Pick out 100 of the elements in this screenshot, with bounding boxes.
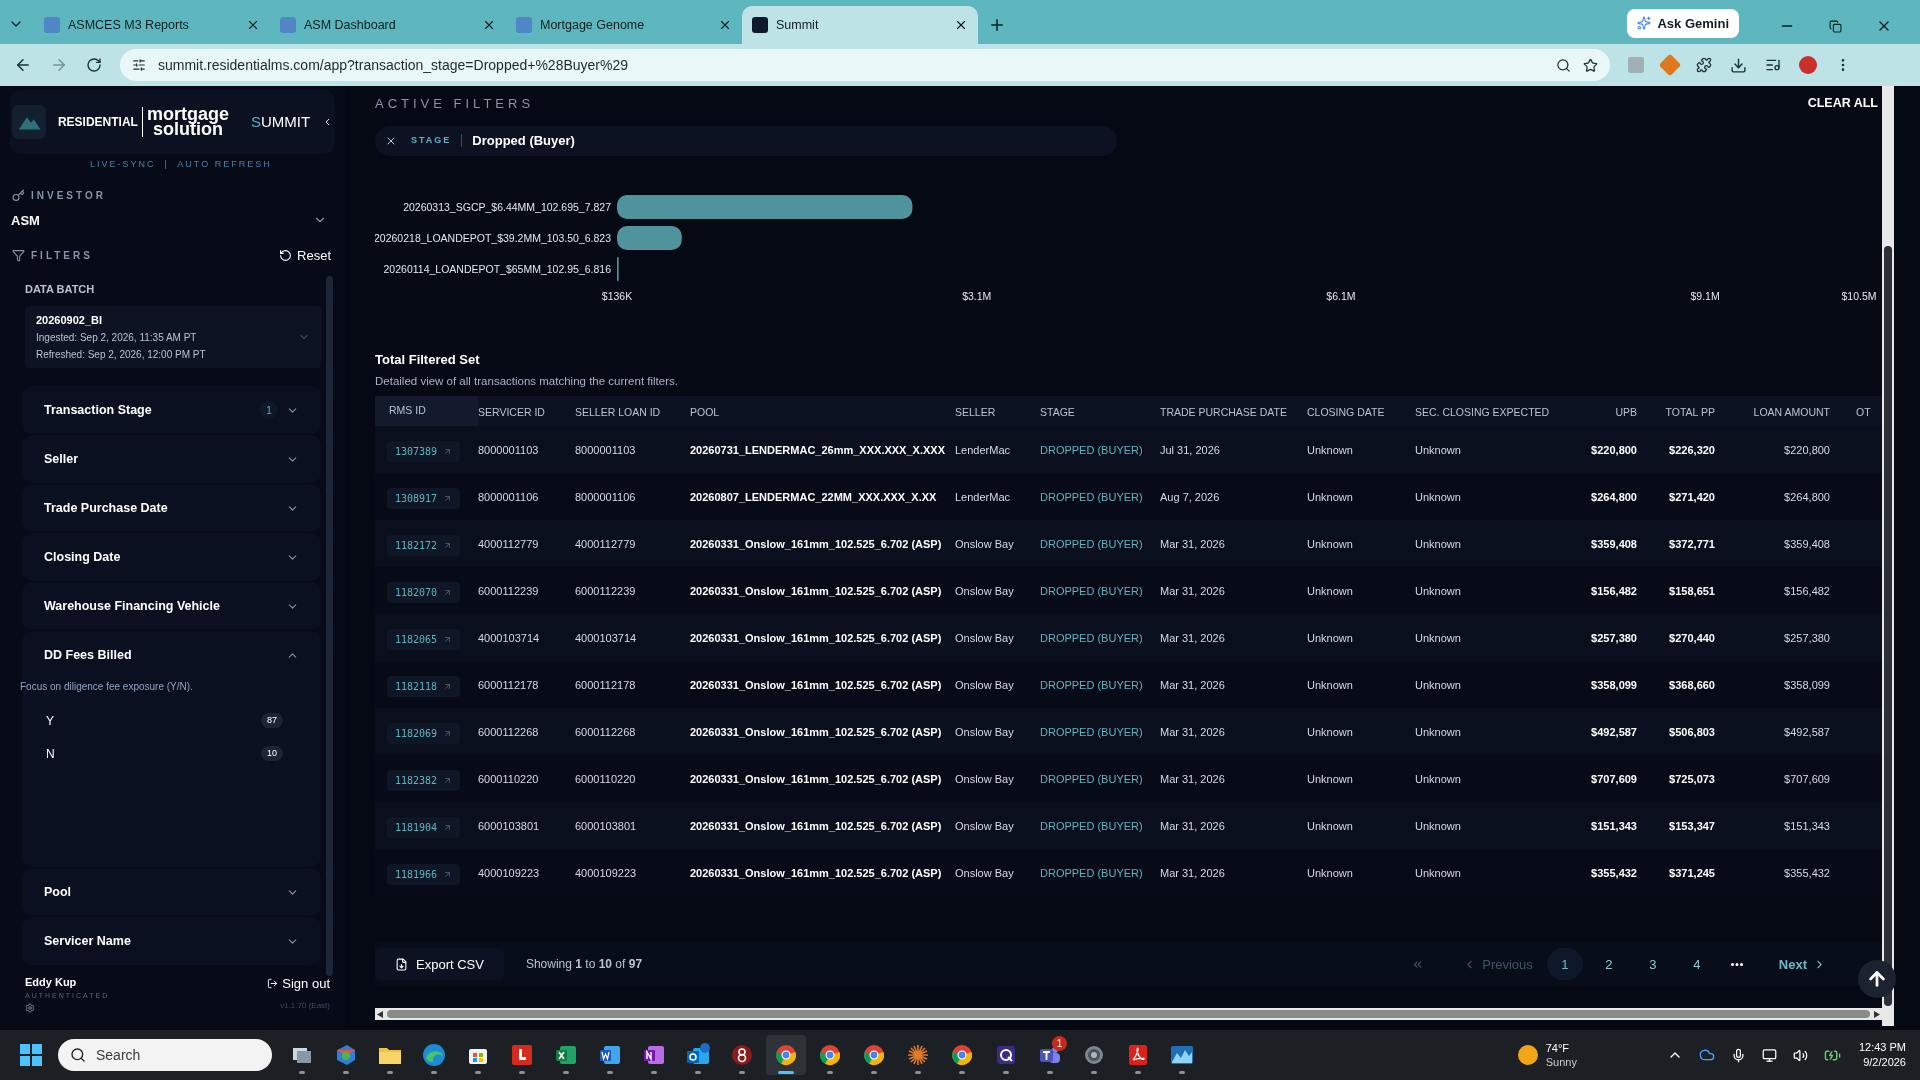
reload-icon[interactable] (86, 57, 102, 73)
sidebar-scrollbar[interactable] (326, 275, 333, 976)
table-cell: 6000110220 (575, 772, 636, 785)
clear-all-button[interactable]: CLEAR ALL (1807, 94, 1878, 114)
filter-header[interactable]: DD Fees Billed (22, 631, 321, 679)
ask-gemini-button[interactable]: Ask Gemini (1627, 8, 1739, 38)
settings-icon[interactable] (25, 1003, 35, 1013)
record-id-link[interactable]: 1182070 (387, 581, 461, 603)
filter-header[interactable]: Trade Purchase Date (22, 484, 321, 532)
filter-header[interactable]: Seller (22, 435, 321, 483)
table-cell: $359,408 (1591, 537, 1637, 550)
column-header[interactable]: SELLER LOAN ID (575, 406, 661, 419)
sign-out-button[interactable]: Sign out (267, 974, 330, 994)
page-button[interactable]: 1 (1546, 948, 1583, 981)
filter-title: Seller (44, 450, 80, 468)
column-header[interactable]: SEC. CLOSING EXPECTED (1415, 406, 1550, 419)
filter-option[interactable]: Y 87 (22, 704, 321, 737)
taskbar-search-field[interactable]: Search (58, 1039, 272, 1071)
scroll-left-icon[interactable] (377, 1010, 383, 1018)
column-header[interactable]: OT (1856, 406, 1871, 419)
filter-header[interactable]: Transaction Stage 1 (22, 386, 321, 434)
page-button[interactable]: 4 (1678, 948, 1715, 981)
back-icon[interactable] (14, 56, 32, 74)
filter-header[interactable]: Pool (22, 868, 321, 916)
browser-tab[interactable]: Summit (742, 6, 978, 44)
new-tab-icon[interactable] (988, 16, 1006, 34)
column-header[interactable]: POOL (690, 406, 720, 419)
media-icon[interactable] (1765, 57, 1781, 73)
cloud-icon[interactable] (1698, 1047, 1715, 1063)
address-field[interactable]: summit.residentialms.com/app?transaction_stage=Dropped+%28Buyer%29 (120, 49, 1610, 81)
table-row[interactable]: 1181904 6000103801 6000103801 20260331_Onslow_161mm_102.525_6.702 (ASP) Onslow Bay DROPPED (BUYER) Mar 31, 2026 Unknown Unknown $151,343 $153,347 $151,343 (375, 802, 1882, 850)
stage-text: DROPPED (BUYER) (1040, 631, 1143, 644)
brand-word: solution (152, 122, 223, 137)
close-icon[interactable] (482, 18, 496, 32)
filter-header[interactable]: Closing Date (22, 533, 321, 581)
record-id-link[interactable]: 1307389 (387, 440, 461, 462)
horizontal-scrollbar[interactable] (375, 1008, 1882, 1020)
taskbar-app[interactable]: 1 (1030, 1035, 1070, 1075)
external-link-icon (443, 775, 453, 785)
record-id-link[interactable]: 1182069 (387, 722, 461, 744)
display-icon[interactable] (1761, 1047, 1777, 1063)
close-icon[interactable] (246, 18, 260, 32)
record-id-link[interactable]: 1182118 (387, 675, 461, 697)
app-icon (1082, 1043, 1106, 1067)
scroll-right-icon[interactable] (1874, 1010, 1880, 1018)
export-csv-button[interactable]: Export CSV (375, 948, 504, 981)
table-row[interactable]: 1182172 4000112779 4000112779 20260331_Onslow_161mm_102.525_6.702 (ASP) Onslow Bay DROPPED (BUYER) Mar 31, 2026 Unknown Unknown $359,408 $372,771 $359,408 (375, 520, 1882, 568)
browser-tab[interactable]: ASM Dashboard (270, 6, 506, 44)
category-label: 20260313_SGCP_$6.44MM_102.695_7.827 (403, 200, 611, 213)
profile-avatar[interactable] (1799, 56, 1817, 74)
bookmark-icon[interactable] (1583, 57, 1598, 73)
zoom-icon[interactable] (1556, 57, 1571, 73)
browser-tab[interactable]: Mortgage Genome (506, 6, 742, 44)
investor-select[interactable]: ASM (10, 210, 335, 230)
table-row[interactable]: 1307389 8000001103 8000001103 20260731_LENDERMAC_26mm_XXX.XXX_X.XXX LenderMac DROPPED (BUYER) Jul 31, 2026 Unknown Unknown $220,800 $226,320 $220,800 (375, 426, 1882, 474)
stage-text: DROPPED (BUYER) (1040, 443, 1143, 456)
table-cell: $270,440 (1669, 631, 1715, 644)
category-label: 20260218_LOANDEPOT_$39.2MM_103.50_6.823 (375, 231, 611, 244)
notification-badge: 1 (1052, 1036, 1067, 1051)
reset-button[interactable]: Reset (279, 246, 331, 266)
close-icon[interactable] (954, 18, 968, 32)
filter-header[interactable]: Warehouse Financing Vehicle (22, 582, 321, 630)
volume-icon[interactable] (1792, 1047, 1808, 1063)
batch-select[interactable]: 20260902_BI Ingested: Sep 2, 2026, 11:35 AM PT Refreshed: Sep 2, 2026, 12:00 PM PT (25, 305, 321, 368)
column-header[interactable]: UPB (1615, 406, 1637, 419)
browser-tab[interactable]: ASMCES M3 Reports (34, 6, 270, 44)
record-id-link[interactable]: 1182065 (387, 628, 461, 650)
filter-chip[interactable]: STAGE Dropped (Buyer) (375, 125, 1117, 156)
close-icon[interactable] (718, 18, 732, 32)
column-header[interactable]: CLOSING DATE (1307, 406, 1385, 419)
table-cell: Unknown (1415, 537, 1461, 550)
record-id-link[interactable]: 1182172 (387, 534, 461, 556)
filter-header[interactable]: Servicer Name (22, 917, 321, 965)
record-id-link[interactable]: 1181966 (387, 863, 461, 885)
column-header[interactable]: SERVICER ID (478, 406, 545, 419)
column-header[interactable]: STAGE (1040, 406, 1075, 419)
taskbar-app[interactable] (766, 1035, 806, 1075)
vertical-scrollbar[interactable] (1882, 86, 1894, 1026)
windows-start-icon[interactable] (20, 1044, 42, 1066)
column-header[interactable]: LOAN AMOUNT (1753, 406, 1830, 419)
microphone-icon[interactable] (1730, 1047, 1746, 1063)
download-icon[interactable] (1730, 56, 1747, 74)
option-label: N (46, 745, 56, 763)
next-button[interactable]: Next (1772, 948, 1832, 981)
page-button[interactable]: 2 (1590, 948, 1627, 981)
table-row[interactable]: 1182065 4000103714 4000103714 20260331_Onslow_161mm_102.525_6.702 (ASP) Onslow Bay DROPPED (BUYER) Mar 31, 2026 Unknown Unknown $257,380 $270,440 $257,380 (375, 614, 1882, 662)
table-cell: $492,587 (1784, 725, 1830, 738)
record-id-link[interactable]: 1308917 (387, 487, 461, 509)
column-header[interactable]: SELLER (955, 406, 996, 419)
filter-option[interactable]: N 10 (22, 737, 321, 770)
page-button[interactable]: 3 (1634, 948, 1671, 981)
extensions-icon[interactable] (1696, 57, 1712, 73)
record-id-link[interactable]: 1182382 (387, 769, 461, 791)
column-header[interactable]: RMS ID (389, 403, 426, 420)
record-id-link[interactable]: 1181904 (387, 816, 461, 838)
table-row[interactable]: 1182069 6000112268 6000112268 20260331_Onslow_161mm_102.525_6.702 (ASP) Onslow Bay DROPPED (BUYER) Mar 31, 2026 Unknown Unknown $492,587 $506,803 $492,587 (375, 708, 1882, 756)
site-info-icon[interactable] (132, 58, 146, 72)
column-header[interactable]: TOTAL PP (1665, 406, 1715, 419)
column-header[interactable]: TRADE PURCHASE DATE (1160, 406, 1287, 419)
restore-icon[interactable] (1829, 19, 1842, 33)
